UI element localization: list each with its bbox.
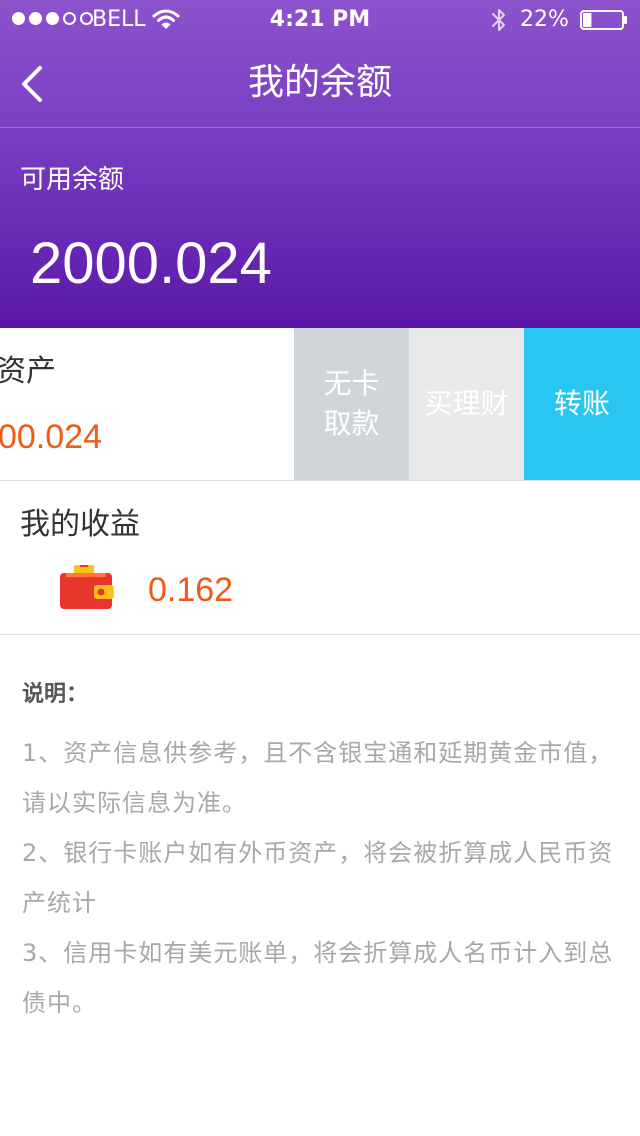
- buy-finance-button[interactable]: 买理财: [409, 328, 524, 480]
- notes-section: 说明： 1、资产信息供参考，且不含银宝通和延期黄金市值，请以实际信息为准。 2、…: [22, 678, 626, 1028]
- note-item: 3、信用卡如有美元账单，将会折算成人名币计入到总债中。: [22, 939, 614, 1017]
- chevron-left-icon: [22, 66, 42, 102]
- asset-value: 00.024: [0, 418, 102, 456]
- note-item: 1、资产信息供参考，且不含银宝通和延期黄金市值，请以实际信息为准。: [22, 739, 614, 817]
- header: BELL 4:21 PM 22% 我的余额 可用余额 2000.024: [0, 0, 640, 328]
- transfer-button[interactable]: 转账: [524, 328, 640, 480]
- asset-label: 资产: [0, 354, 56, 389]
- earnings-title: 我的收益: [20, 507, 140, 542]
- battery-percent: 22%: [520, 7, 569, 32]
- earnings-value: 0.162: [148, 571, 234, 609]
- back-button[interactable]: [10, 62, 54, 106]
- note-item: 2、银行卡账户如有外币资产，将会被折算成人民币资产统计: [22, 839, 614, 917]
- status-bar: BELL 4:21 PM 22%: [0, 0, 640, 40]
- wallet-icon: [60, 565, 114, 609]
- balance-screen: BELL 4:21 PM 22% 我的余额 可用余额 2000.024 资产 0…: [0, 0, 640, 1136]
- cardless-withdraw-button[interactable]: 无卡 取款: [294, 328, 409, 480]
- battery-icon: [580, 10, 627, 30]
- available-balance-label: 可用余额: [20, 165, 125, 195]
- transfer-label: 转账: [553, 387, 610, 420]
- page-title: 我的余额: [247, 62, 392, 103]
- cardless-withdraw-label-line2: 取款: [323, 407, 380, 440]
- nav-bar: 我的余额: [0, 40, 640, 128]
- cardless-withdraw-label-line1: 无卡: [323, 367, 380, 400]
- earnings-section[interactable]: 我的收益 0.162: [0, 481, 640, 635]
- buy-finance-label: 买理财: [424, 387, 509, 420]
- bluetooth-icon: [492, 9, 505, 31]
- asset-row[interactable]: 资产 00.024 无卡 取款 买理财 转账: [0, 328, 640, 481]
- available-balance-value: 2000.024: [30, 231, 272, 296]
- notes-title: 说明：: [22, 682, 89, 707]
